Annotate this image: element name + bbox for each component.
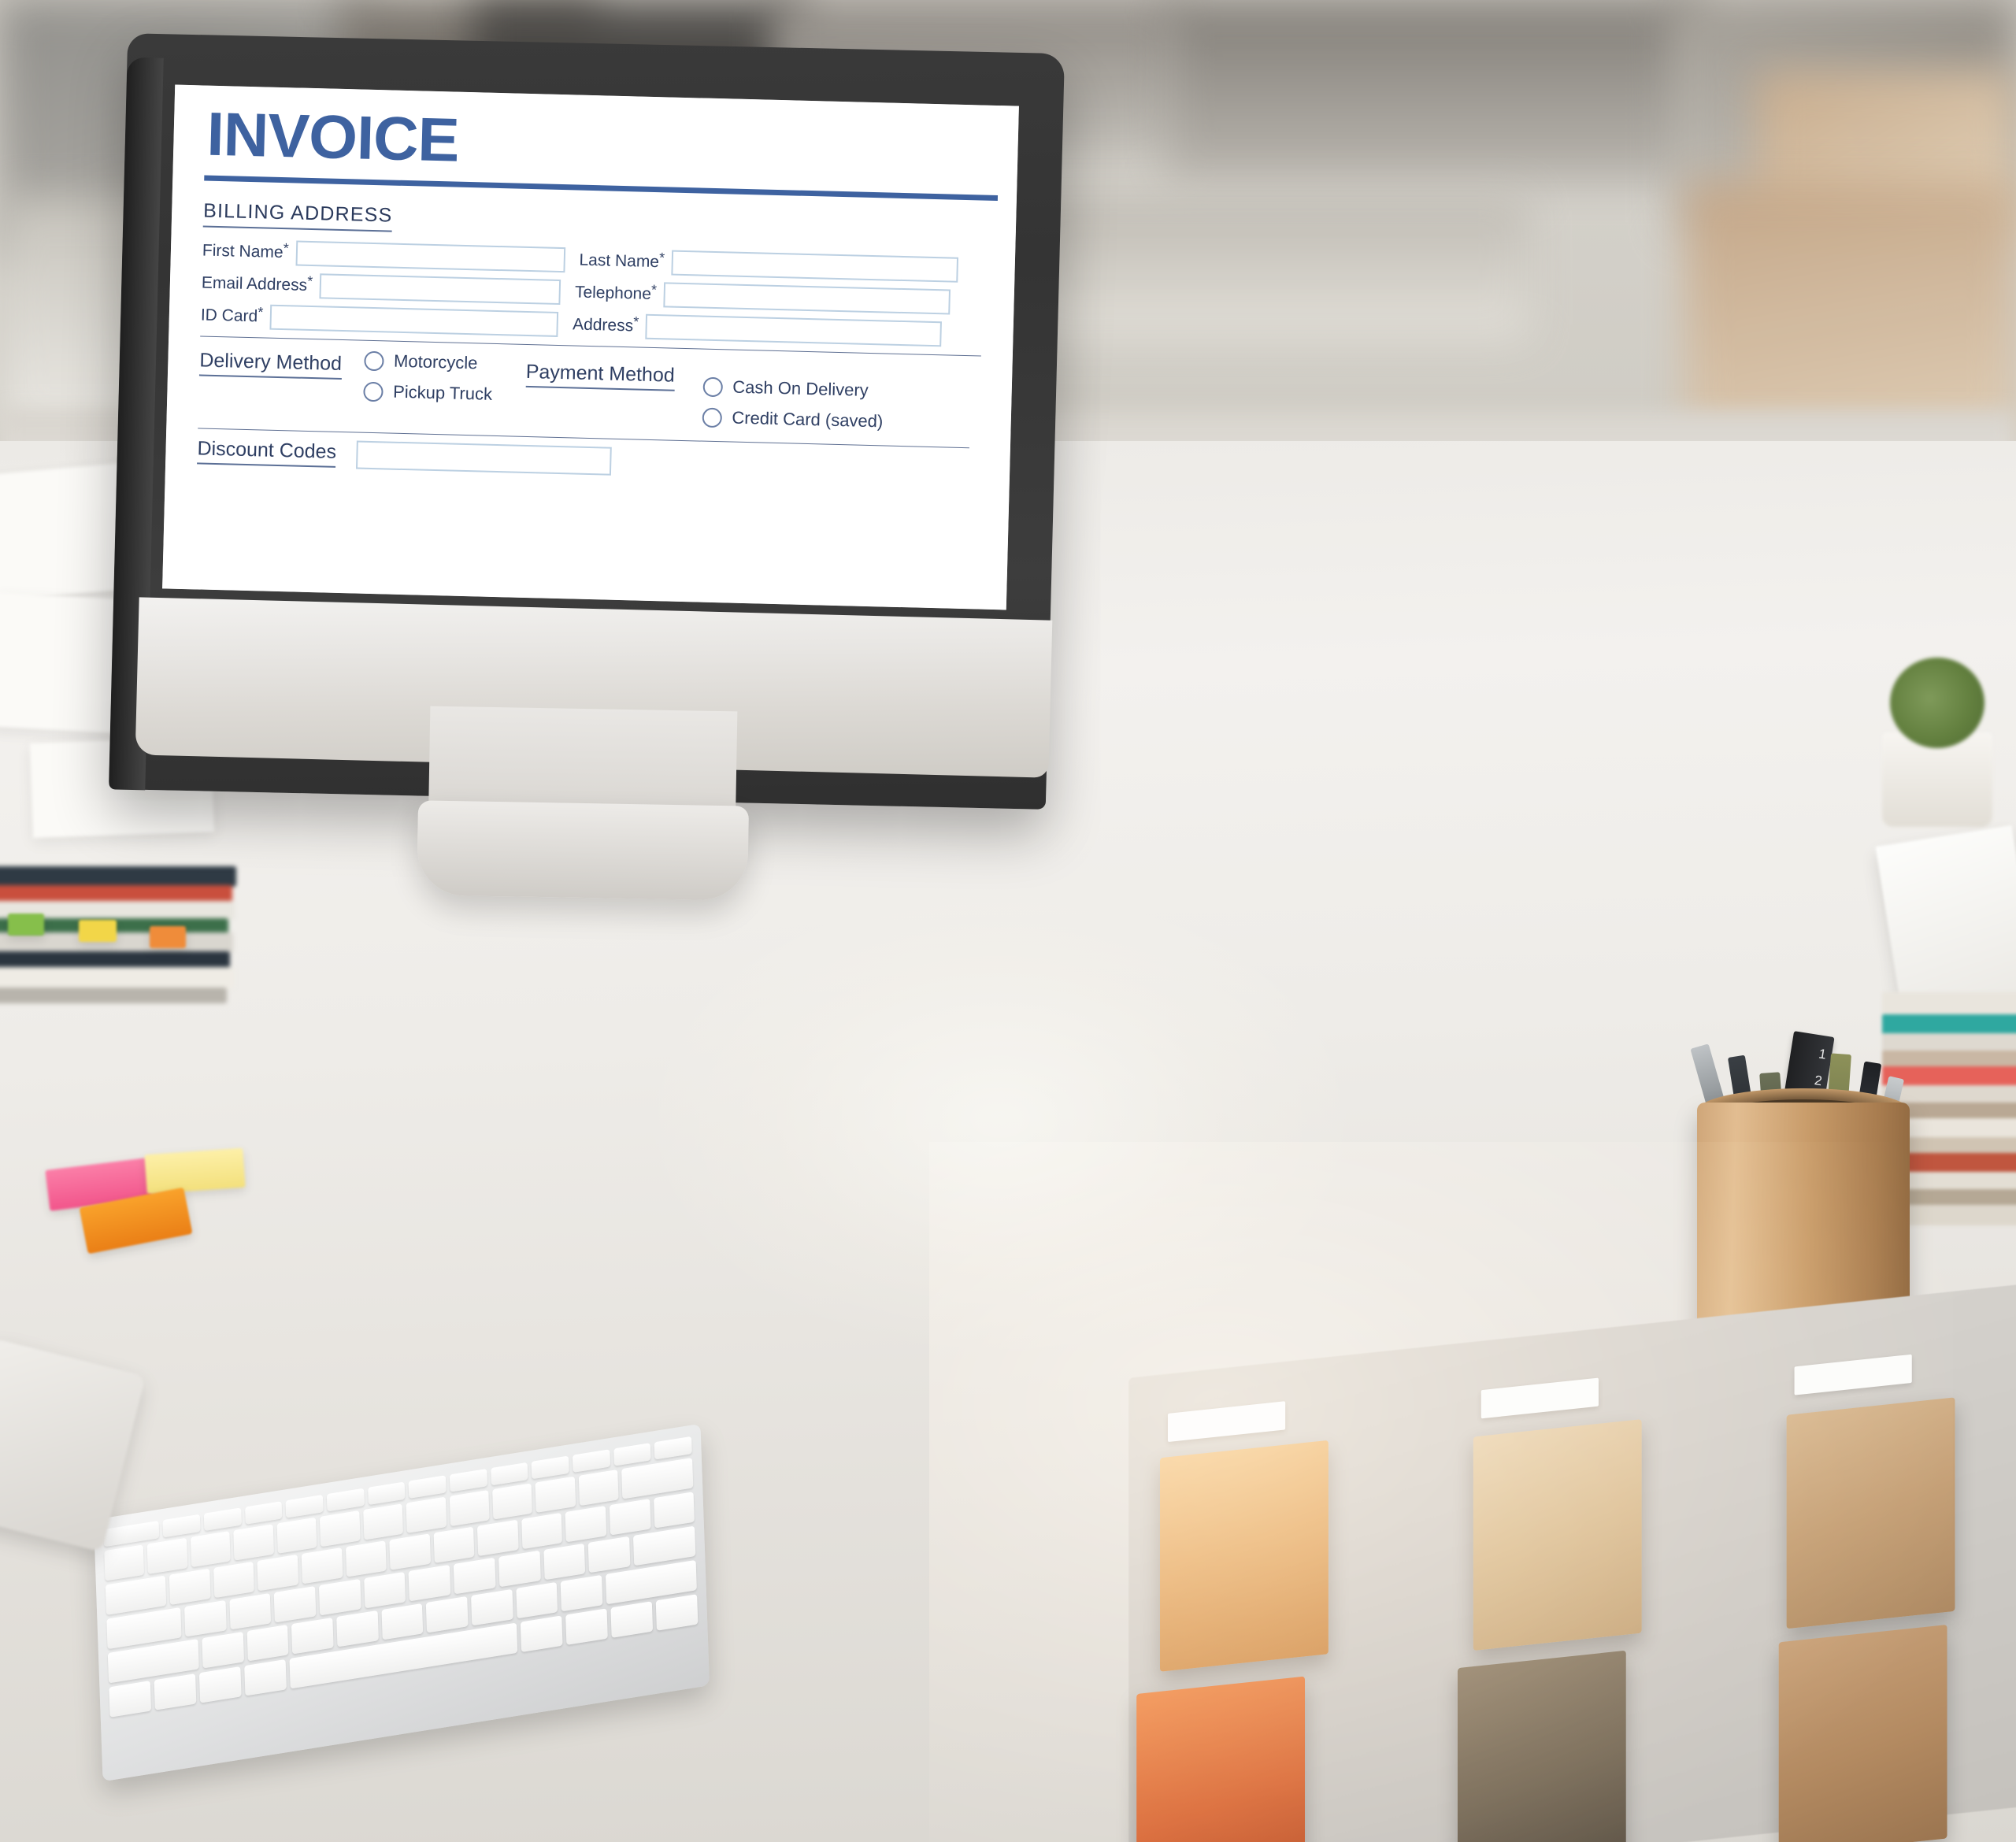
- office-desk-scene: INVOICE BILLING ADDRESS First Name* Last…: [0, 0, 2016, 1842]
- payment-option-credit-card[interactable]: Credit Card (saved): [702, 407, 884, 432]
- wood-sample-chip: [1457, 1650, 1626, 1842]
- address-input[interactable]: [645, 313, 943, 347]
- ruler-mark: 1: [1818, 1046, 1828, 1062]
- payment-method-heading: Payment Method: [525, 360, 676, 391]
- book-stack-left: [0, 866, 244, 1071]
- radio-icon[interactable]: [363, 350, 384, 371]
- discount-codes-input[interactable]: [356, 440, 613, 476]
- id-card-input[interactable]: [269, 304, 559, 337]
- wood-sample-chip: [1160, 1440, 1329, 1672]
- page-title: INVOICE: [206, 98, 460, 175]
- address-label: Address*: [572, 313, 639, 335]
- ruler-mark: 2: [1813, 1073, 1824, 1089]
- book-tab-yellow: [79, 920, 117, 942]
- id-card-label: ID Card*: [200, 304, 264, 326]
- last-name-label: Last Name*: [579, 250, 665, 272]
- radio-icon[interactable]: [702, 376, 723, 397]
- invoice-form: INVOICE BILLING ADDRESS First Name* Last…: [162, 84, 1019, 610]
- delivery-option-pickup-truck-label: Pickup Truck: [392, 381, 493, 404]
- cactus-plant: [1890, 658, 1984, 748]
- email-address-input[interactable]: [319, 273, 561, 306]
- delivery-option-motorcycle[interactable]: Motorcycle: [363, 350, 494, 374]
- discount-codes-row: Discount Codes: [197, 436, 993, 485]
- delivery-method-section: Delivery Method: [198, 346, 343, 380]
- wood-sample-chip: [1786, 1397, 1955, 1629]
- last-name-input[interactable]: [671, 250, 959, 283]
- book-tab-green: [8, 914, 44, 936]
- delivery-method-options: Motorcycle Pickup Truck: [362, 350, 493, 415]
- payment-option-cash-on-delivery-label: Cash On Delivery: [732, 376, 869, 400]
- wood-sample-chip: [1778, 1624, 1947, 1842]
- monitor-screen: INVOICE BILLING ADDRESS First Name* Last…: [162, 84, 1019, 610]
- methods-row: Delivery Method Motorcycle Pickup Truck: [198, 346, 995, 445]
- billing-address-heading: BILLING ADDRESS: [202, 199, 393, 232]
- wood-sample-board: [1128, 1281, 2016, 1842]
- first-name-label: First Name*: [202, 240, 290, 262]
- monitor-stand-foot: [416, 800, 750, 901]
- payment-method-options: Cash On Delivery Credit Card (saved): [702, 359, 884, 443]
- delivery-method-heading: Delivery Method: [198, 349, 343, 380]
- sticky-note-yellow: [144, 1147, 246, 1195]
- radio-icon[interactable]: [362, 381, 384, 402]
- computer-monitor: INVOICE BILLING ADDRESS First Name* Last…: [108, 33, 1065, 810]
- billing-address-fields: First Name* Last Name* Email Address* Te…: [200, 238, 998, 348]
- email-address-group: Email Address*: [201, 270, 561, 306]
- book-tab-orange: [150, 926, 186, 948]
- last-name-group: Last Name*: [579, 248, 959, 283]
- payment-option-cash-on-delivery[interactable]: Cash On Delivery: [702, 376, 884, 402]
- wood-sample-chip: [1136, 1676, 1305, 1842]
- radio-icon[interactable]: [702, 407, 722, 428]
- wood-sample-chip: [1473, 1419, 1642, 1651]
- first-name-group: First Name*: [202, 238, 565, 273]
- first-name-input[interactable]: [295, 240, 565, 273]
- telephone-label: Telephone*: [574, 281, 658, 303]
- delivery-option-motorcycle-label: Motorcycle: [393, 350, 478, 373]
- email-address-label: Email Address*: [201, 272, 313, 295]
- address-group: Address*: [573, 312, 943, 347]
- telephone-input[interactable]: [663, 282, 951, 315]
- payment-option-credit-card-label: Credit Card (saved): [732, 407, 884, 432]
- telephone-group: Telephone*: [574, 280, 951, 315]
- discount-codes-heading: Discount Codes: [197, 437, 337, 468]
- id-card-group: ID Card*: [200, 302, 559, 337]
- delivery-option-pickup-truck[interactable]: Pickup Truck: [362, 381, 493, 405]
- payment-method-section: Payment Method: [525, 354, 676, 391]
